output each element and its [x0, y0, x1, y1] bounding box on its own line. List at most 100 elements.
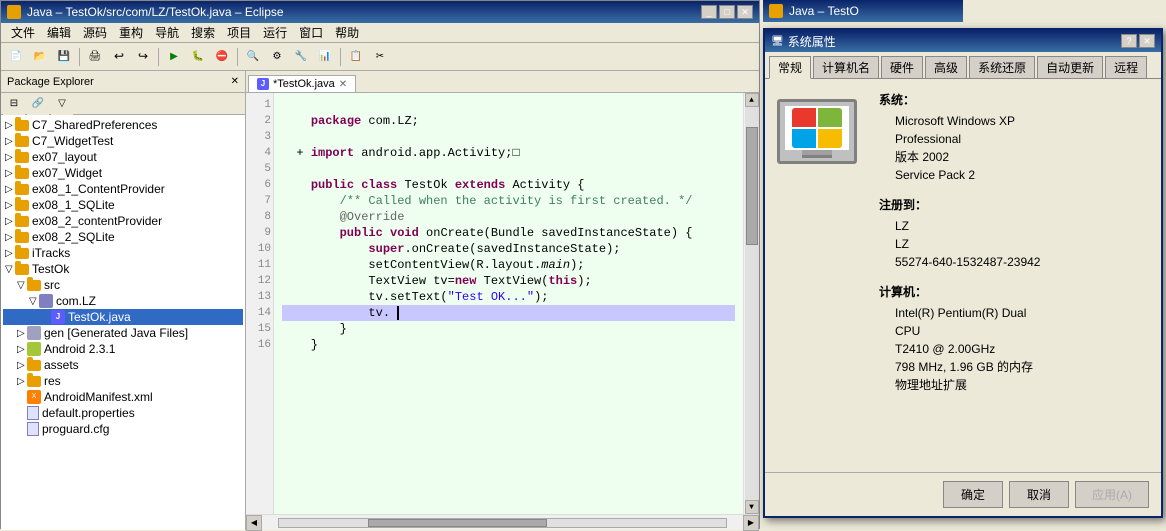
- tree-item-ex082sqlite[interactable]: ▷ ex08_2_SQLite: [3, 229, 243, 245]
- tree-item-manifest[interactable]: X AndroidManifest.xml: [3, 389, 243, 405]
- pe-menu[interactable]: ▽: [51, 93, 73, 115]
- vertical-scrollbar[interactable]: ▲ ▼: [743, 93, 759, 514]
- code-line-11: setContentView(R.layout.main);: [282, 257, 735, 273]
- tree-item-proguard[interactable]: proguard.cfg: [3, 421, 243, 437]
- tb-btn-8[interactable]: 📋: [345, 46, 367, 68]
- menu-help[interactable]: 帮助: [329, 22, 365, 43]
- tree-item-ex081sqlite[interactable]: ▷ ex08_1_SQLite: [3, 197, 243, 213]
- code-line-10: super.onCreate(savedInstanceState);: [282, 241, 735, 257]
- xp-green-panel: [818, 108, 842, 127]
- sysprop-help-button[interactable]: ?: [1121, 34, 1137, 48]
- scroll-left-arrow[interactable]: ◀: [246, 515, 262, 531]
- code-line-3: [282, 129, 735, 145]
- apply-button[interactable]: 应用(A): [1075, 481, 1149, 508]
- code-area[interactable]: 12345 678910 1112131415 16 package com.L…: [246, 93, 759, 514]
- editor-tab-close[interactable]: ✕: [339, 79, 347, 90]
- toolbar-separator-1: [79, 48, 80, 66]
- tree-item-itracks[interactable]: ▷ iTracks: [3, 245, 243, 261]
- cpu-suffix: 物理地址扩展: [895, 376, 1149, 394]
- sysprop-title-text: 系统属性: [788, 33, 1121, 50]
- save-button[interactable]: 💾: [53, 46, 75, 68]
- close-button[interactable]: ✕: [737, 5, 753, 19]
- horizontal-scrollbar[interactable]: ◀ ▶: [246, 514, 759, 530]
- tb-btn-3[interactable]: ↪: [132, 46, 154, 68]
- tab-advanced[interactable]: 高级: [925, 56, 967, 78]
- tb-btn-5[interactable]: ⚙: [266, 46, 288, 68]
- package-explorer-panel: Package Explorer ✕ ⊟ 🔗 ▽ ▷ C7_SharedPref…: [1, 71, 246, 530]
- os-servicepack: Service Pack 2: [895, 166, 1149, 184]
- tree-item-ex07layout[interactable]: ▷ ex07_layout: [3, 149, 243, 165]
- open-button[interactable]: 📂: [29, 46, 51, 68]
- tree-item-testok[interactable]: ▽ TestOk: [3, 261, 243, 277]
- tb-btn-9[interactable]: ✂: [369, 46, 391, 68]
- scroll-down-arrow[interactable]: ▼: [745, 500, 759, 514]
- sysprop-close-button[interactable]: ✕: [1139, 34, 1155, 48]
- new-button[interactable]: 📄: [5, 46, 27, 68]
- code-line-7: /** Called when the activity is first cr…: [282, 193, 735, 209]
- tree-item-testokjava[interactable]: J TestOk.java: [3, 309, 243, 325]
- menu-run[interactable]: 运行: [257, 22, 293, 43]
- tree-item-ex081content[interactable]: ▷ ex08_1_ContentProvider: [3, 181, 243, 197]
- menu-refactor[interactable]: 重构: [113, 22, 149, 43]
- cpu-model: T2410 @ 2.00GHz: [895, 340, 1149, 358]
- ok-button[interactable]: 确定: [943, 481, 1003, 508]
- tree-item-assets[interactable]: ▷ assets: [3, 357, 243, 373]
- scroll-track-h[interactable]: [278, 518, 727, 528]
- os-version: 版本 2002: [895, 148, 1149, 166]
- code-line-5: [282, 161, 735, 177]
- tree-item-c7widget[interactable]: ▷ C7_WidgetTest: [3, 133, 243, 149]
- debug-button[interactable]: 🐛: [187, 46, 209, 68]
- tree-item-comlz[interactable]: ▽ com.LZ: [3, 293, 243, 309]
- tb-btn-7[interactable]: 📊: [314, 46, 336, 68]
- tree-item-src[interactable]: ▽ src: [3, 277, 243, 293]
- maximize-button[interactable]: □: [719, 5, 735, 19]
- code-line-4: + import android.app.Activity;□: [282, 145, 735, 161]
- code-line-9: public void onCreate(Bundle savedInstanc…: [282, 225, 735, 241]
- tree-item-ex082content[interactable]: ▷ ex08_2_contentProvider: [3, 213, 243, 229]
- tab-remote[interactable]: 远程: [1105, 56, 1147, 78]
- tb-btn-4[interactable]: ⛔: [211, 46, 233, 68]
- menu-window[interactable]: 窗口: [293, 22, 329, 43]
- menu-source[interactable]: 源码: [77, 22, 113, 43]
- tab-hardware[interactable]: 硬件: [881, 56, 923, 78]
- editor-tab-testok[interactable]: J *TestOk.java ✕: [248, 75, 356, 92]
- scroll-right-arrow[interactable]: ▶: [743, 515, 759, 531]
- tab-system-restore[interactable]: 系统还原: [969, 56, 1035, 78]
- menu-project[interactable]: 项目: [221, 22, 257, 43]
- tb-btn-2[interactable]: ↩: [108, 46, 130, 68]
- print-button[interactable]: 🖨: [84, 46, 106, 68]
- package-tree[interactable]: ▷ C7_SharedPreferences ▷ C7_WidgetTest ▷…: [1, 115, 245, 530]
- tree-item-c7shared[interactable]: ▷ C7_SharedPreferences: [3, 117, 243, 133]
- toolbar-separator-4: [340, 48, 341, 66]
- minimize-button[interactable]: _: [701, 5, 717, 19]
- tb-btn-6[interactable]: 🔧: [290, 46, 312, 68]
- sysprop-info-area: 系统： Microsoft Windows XP Professional 版本…: [879, 91, 1149, 460]
- tree-item-defaultprop[interactable]: default.properties: [3, 405, 243, 421]
- menu-navigate[interactable]: 导航: [149, 22, 185, 43]
- eclipse-window: Java – TestOk/src/com/LZ/TestOk.java – E…: [0, 0, 760, 529]
- code-content[interactable]: package com.LZ; + import android.app.Act…: [274, 93, 743, 514]
- run-button[interactable]: ▶: [163, 46, 185, 68]
- tab-auto-update[interactable]: 自动更新: [1037, 56, 1103, 78]
- tree-item-android231[interactable]: ▷ Android 2.3.1: [3, 341, 243, 357]
- scroll-up-arrow[interactable]: ▲: [745, 93, 759, 107]
- cancel-button[interactable]: 取消: [1009, 481, 1069, 508]
- pe-collapse-all[interactable]: ⊟: [3, 93, 25, 115]
- menu-search[interactable]: 搜索: [185, 22, 221, 43]
- tab-computer-name[interactable]: 计算机名: [813, 56, 879, 78]
- menu-file[interactable]: 文件: [5, 22, 41, 43]
- panel-close-x[interactable]: ✕: [231, 76, 239, 87]
- tree-item-res[interactable]: ▷ res: [3, 373, 243, 389]
- tree-item-gen[interactable]: ▷ gen [Generated Java Files]: [3, 325, 243, 341]
- tree-item-ex07widget[interactable]: ▷ ex07_Widget: [3, 165, 243, 181]
- scroll-thumb-v[interactable]: [746, 127, 758, 245]
- tab-general[interactable]: 常规: [769, 56, 811, 79]
- pe-link-editor[interactable]: 🔗: [27, 93, 49, 115]
- main-area: Package Explorer ✕ ⊟ 🔗 ▽ ▷ C7_SharedPref…: [1, 71, 759, 530]
- scroll-thumb-h[interactable]: [368, 519, 547, 527]
- search-btn[interactable]: 🔍: [242, 46, 264, 68]
- cpu-name2: CPU: [895, 322, 1149, 340]
- menu-edit[interactable]: 编辑: [41, 22, 77, 43]
- registered-section: 注册到： LZ LZ 55274-640-1532487-23942: [879, 196, 1149, 271]
- scroll-track-v[interactable]: [745, 107, 759, 500]
